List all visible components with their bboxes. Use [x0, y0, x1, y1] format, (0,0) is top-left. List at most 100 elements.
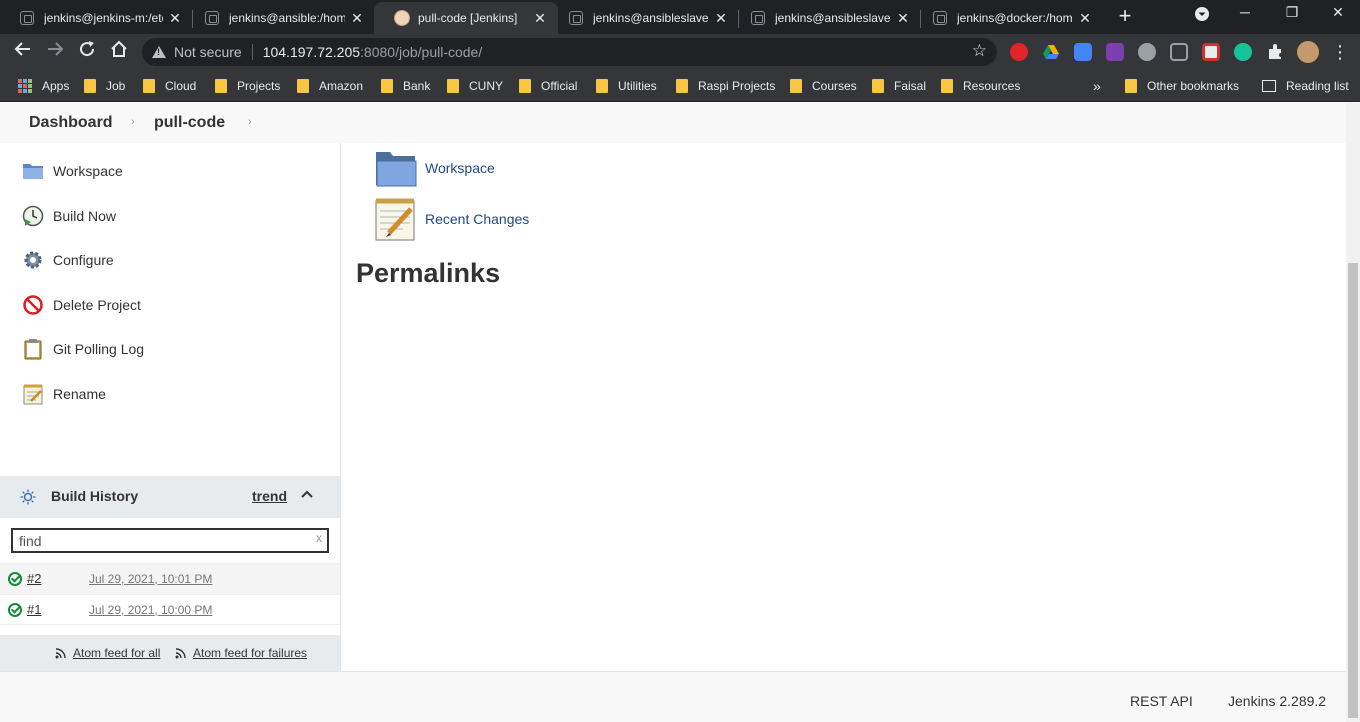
close-icon[interactable]: ✕ — [532, 10, 548, 27]
profile-avatar[interactable] — [1297, 41, 1319, 63]
main-link-workspace[interactable]: Workspace — [375, 149, 495, 187]
scrollbar-thumb[interactable] — [1348, 263, 1358, 718]
bookmark-label: CUNY — [469, 79, 504, 93]
pocket-extension-icon[interactable] — [1202, 43, 1220, 61]
close-icon[interactable]: ✕ — [713, 10, 729, 27]
close-icon[interactable]: ✕ — [1077, 10, 1093, 27]
sidebar-item-delete-project[interactable]: Delete Project — [22, 290, 141, 320]
sidebar-item-configure[interactable]: Configure — [22, 245, 114, 275]
bookmark-folder[interactable]: Official — [519, 72, 577, 100]
bookmark-folder[interactable]: Projects — [215, 72, 280, 100]
extensions-puzzle-icon[interactable] — [1266, 43, 1284, 61]
bookmark-apps[interactable]: Apps — [18, 72, 69, 100]
browser-tab[interactable]: jenkins@ansibleslave2 ✕ — [731, 2, 921, 34]
onenote-extension-icon[interactable] — [1106, 43, 1124, 61]
chevron-right-icon[interactable]: › — [248, 116, 252, 128]
browser-tab-strip: jenkins@jenkins-m:/etc ✕ jenkins@ansible… — [0, 0, 1360, 34]
warning-icon — [152, 46, 166, 58]
build-row[interactable]: #1 Jul 29, 2021, 10:00 PM — [0, 594, 340, 625]
trend-link[interactable]: trend — [252, 488, 287, 504]
security-indicator[interactable]: Not secure — [174, 44, 242, 60]
new-tab-button[interactable]: + — [1114, 5, 1136, 28]
bookmarks-overflow-button[interactable]: » — [1093, 72, 1101, 100]
bookmark-folder[interactable]: Job — [84, 72, 125, 100]
build-row[interactable]: #2 Jul 29, 2021, 10:01 PM — [0, 563, 340, 594]
window-close-button[interactable]: ✕ — [1323, 4, 1353, 21]
sidebar-item-rename[interactable]: Rename — [22, 379, 106, 409]
close-icon[interactable]: ✕ — [349, 10, 365, 27]
restore-button[interactable]: ❐ — [1277, 4, 1307, 21]
browser-tab[interactable]: jenkins@jenkins-m:/etc ✕ — [0, 2, 193, 34]
reload-button[interactable] — [75, 40, 99, 64]
chevron-down-circle-icon — [1195, 7, 1209, 21]
folder-icon — [676, 79, 688, 93]
rest-api-link[interactable]: REST API — [1130, 693, 1193, 709]
tab-title: jenkins@docker:/home — [957, 11, 1073, 25]
bookmark-label: Job — [106, 79, 126, 93]
atom-feed-failures-label: Atom feed for failures — [193, 646, 308, 660]
browser-menu-button[interactable]: ⋮ — [1328, 40, 1352, 64]
bookmark-folder[interactable]: Resources — [941, 72, 1020, 100]
chevron-right-icon[interactable]: › — [131, 116, 135, 128]
sidebar-item-git-polling-log[interactable]: Git Polling Log — [22, 334, 144, 364]
jenkins-page: Dashboard › pull-code › Workspace Build … — [0, 103, 1360, 722]
home-button[interactable] — [107, 40, 131, 64]
bookmark-folder[interactable]: Amazon — [297, 72, 363, 100]
adblock-extension-icon[interactable] — [1010, 43, 1028, 61]
bookmark-folder[interactable]: Utilities — [596, 72, 657, 100]
folder-icon — [1125, 79, 1137, 93]
tab-title: jenkins@jenkins-m:/etc — [44, 11, 163, 25]
sidebar-item-build-now[interactable]: Build Now — [22, 201, 116, 231]
tab-title: jenkins@ansible:/home — [229, 11, 345, 25]
build-number-link[interactable]: #2 — [27, 571, 41, 586]
browser-tab[interactable]: jenkins@ansible:/home ✕ — [185, 2, 375, 34]
breadcrumb-dashboard[interactable]: Dashboard — [29, 114, 113, 132]
atom-feed-failures-link[interactable]: Atom feed for failures — [175, 646, 307, 660]
permalinks-heading: Permalinks — [356, 258, 501, 288]
bookmark-star-icon[interactable]: ☆ — [972, 41, 987, 61]
bookmark-folder[interactable]: Courses — [790, 72, 857, 100]
bookmark-folder[interactable]: Faisal — [872, 72, 926, 100]
clear-search-button[interactable]: x — [316, 531, 322, 545]
cookie-extension-icon[interactable] — [1138, 43, 1156, 61]
reading-list-button[interactable]: Reading list — [1262, 72, 1349, 100]
atom-feed-all-link[interactable]: Atom feed for all — [55, 646, 160, 660]
url-host: 104.197.72.205 — [262, 44, 361, 60]
google-drive-extension-icon[interactable] — [1042, 43, 1060, 61]
reading-list-icon — [1262, 80, 1276, 92]
main-link-recent-changes[interactable]: Recent Changes — [375, 197, 529, 241]
close-icon[interactable]: ✕ — [167, 10, 183, 27]
close-icon[interactable]: ✕ — [895, 10, 911, 27]
build-date-link[interactable]: Jul 29, 2021, 10:00 PM — [89, 603, 212, 617]
tab-search-button[interactable] — [1187, 6, 1217, 25]
browser-tab[interactable]: jenkins@docker:/home ✕ — [913, 2, 1103, 34]
build-history-search-input[interactable] — [11, 528, 329, 553]
forward-button[interactable] — [43, 40, 67, 64]
browser-tab[interactable]: jenkins@ansibleslave: ✕ — [549, 2, 739, 34]
bookmark-folder[interactable]: Cloud — [143, 72, 196, 100]
google-translate-extension-icon[interactable] — [1074, 43, 1092, 61]
main-content: Workspace Recent Changes Permalinks — [341, 143, 1346, 671]
folder-icon — [519, 79, 531, 93]
apps-grid-icon — [18, 79, 32, 93]
bookmark-folder[interactable]: Bank — [381, 72, 430, 100]
bookmarks-bar: Apps Job Cloud Projects Amazon Bank CUNY… — [0, 70, 1360, 102]
clipboard-icon — [24, 339, 42, 360]
build-date-link[interactable]: Jul 29, 2021, 10:01 PM — [89, 572, 212, 586]
office-extension-icon[interactable] — [1170, 43, 1188, 61]
chevron-up-icon[interactable] — [300, 487, 314, 504]
build-number-link[interactable]: #1 — [27, 602, 41, 617]
back-button[interactable] — [11, 40, 35, 64]
breadcrumb-job[interactable]: pull-code — [154, 114, 225, 132]
other-bookmarks[interactable]: Other bookmarks — [1125, 72, 1239, 100]
address-bar[interactable]: Not secure 104.197.72.205:8080/job/pull-… — [142, 38, 997, 66]
browser-tab-active[interactable]: pull-code [Jenkins] ✕ — [374, 2, 558, 34]
bookmark-label: Bank — [403, 79, 431, 93]
page-scrollbar[interactable] — [1346, 103, 1360, 722]
bookmark-folder[interactable]: CUNY — [447, 72, 503, 100]
sidebar-item-workspace[interactable]: Workspace — [22, 156, 123, 186]
grammarly-extension-icon[interactable] — [1234, 43, 1252, 61]
minimize-button[interactable]: ─ — [1230, 4, 1260, 20]
bookmark-folder[interactable]: Raspi Projects — [676, 72, 775, 100]
jenkins-version-link[interactable]: Jenkins 2.289.2 — [1228, 693, 1326, 709]
